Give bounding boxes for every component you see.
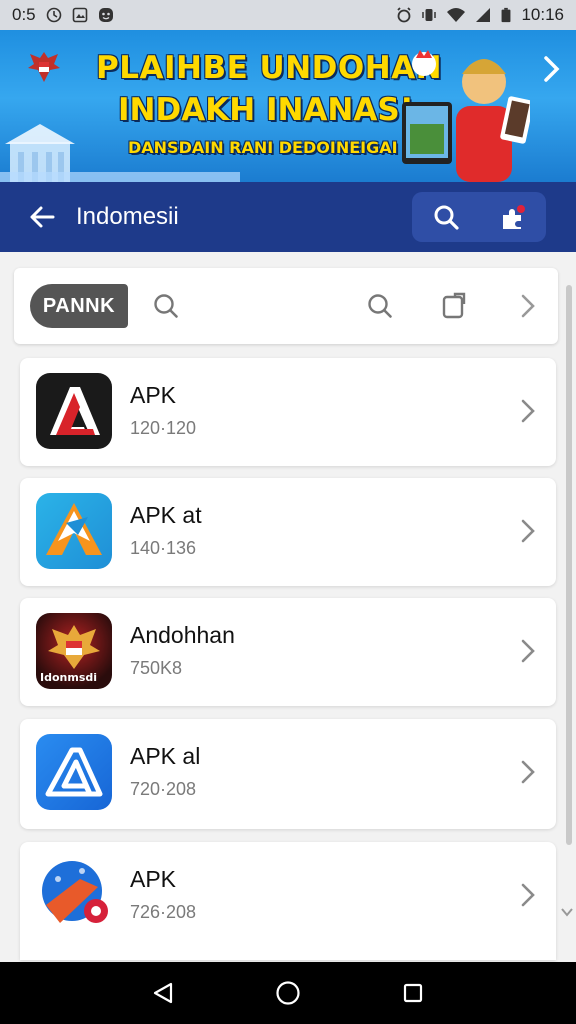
list-item[interactable]: APK 726·208 (20, 842, 556, 960)
puzzle-notification-icon (502, 205, 525, 229)
copy-icon (442, 292, 466, 319)
back-nav-icon (153, 982, 172, 1004)
app-name: APK at (130, 502, 202, 528)
wifi-icon (447, 8, 466, 22)
filter-chip[interactable]: PANNK (30, 284, 128, 328)
mascot-illustration (402, 50, 530, 182)
search-icon (368, 294, 392, 318)
notification-button[interactable] (491, 195, 535, 239)
battery-icon (502, 7, 511, 23)
status-time: 10:16 (521, 5, 564, 24)
scrollbar[interactable] (566, 285, 572, 845)
photo-icon (72, 7, 87, 23)
chevron-right-icon (521, 883, 535, 907)
app-name: APK al (130, 743, 201, 769)
app-meta: 140·136 (130, 538, 197, 558)
nav-home-button[interactable] (264, 969, 312, 1017)
nav-recents-button[interactable] (389, 969, 437, 1017)
app-meta: 720·208 (130, 779, 197, 799)
app-meta: 750K8 (130, 658, 183, 678)
recents-nav-icon (404, 983, 423, 1003)
blue-orange-arrow-logo-icon (36, 493, 112, 569)
banner-headline-1: PLAIHBE UNDOHAN (96, 50, 443, 86)
system-nav-bar (0, 962, 576, 1024)
list-item[interactable]: APK al 720·208 (20, 719, 556, 829)
home-nav-icon (276, 981, 300, 1005)
alarm-icon (397, 7, 412, 23)
garuda-logo-icon: Idonmsdi (36, 613, 112, 689)
signal-icon (476, 8, 491, 22)
banner-headline-2: INDAKH INANAS! (118, 92, 414, 128)
list-item[interactable]: APK at 140·136 (20, 478, 556, 586)
app-bar: Indomesii (0, 182, 576, 252)
app-meta: 726·208 (130, 902, 197, 922)
chevron-right-icon (521, 639, 535, 663)
back-button[interactable] (14, 189, 70, 245)
garuda-logo-text: Idonmsdi (40, 671, 98, 684)
vibrate-icon (422, 9, 437, 21)
filter-search-button[interactable] (150, 290, 182, 322)
promo-banner[interactable]: PLAIHBE UNDOHAN INDAKH INANAS! DANSDAIN … (0, 30, 576, 182)
chevron-right-icon (521, 294, 535, 318)
search-button[interactable] (424, 195, 468, 239)
page-title: Indomesii (76, 203, 179, 230)
app-name: Andohhan (130, 622, 235, 648)
emoji-icon (98, 8, 113, 22)
filter-search-alt-button[interactable] (364, 290, 396, 322)
app-bar-actions (412, 192, 546, 242)
arrow-left-icon (30, 206, 55, 228)
chevron-right-icon (521, 519, 535, 543)
chevron-right-icon (521, 760, 535, 784)
filter-copy-button[interactable] (438, 290, 470, 322)
ball-flag-logo-icon (36, 857, 112, 933)
garuda-emblem-icon (28, 52, 60, 82)
search-icon (154, 294, 178, 318)
search-icon (434, 205, 459, 230)
clock-icon (46, 7, 61, 23)
filter-bar: PANNK (14, 268, 558, 344)
list-item[interactable]: Idonmsdi Andohhan 750K8 (20, 598, 556, 706)
app-meta: 120·120 (130, 418, 197, 438)
filter-next-button[interactable] (512, 290, 544, 322)
status-left-text: 0:5 (12, 5, 36, 24)
chevron-down-icon (561, 908, 573, 917)
chevron-right-icon (521, 399, 535, 423)
blue-a-logo-icon (36, 734, 112, 810)
status-bar: 0:5 10:16 (0, 0, 576, 30)
app-name: APK (130, 866, 177, 892)
banner-subheadline: DANSDAIN RANI DEDOINEIGAI (128, 138, 398, 157)
app-name: APK (130, 382, 177, 408)
nav-back-button[interactable] (139, 969, 187, 1017)
red-a-logo-icon (36, 373, 112, 449)
list-item[interactable]: APK 120·120 (20, 358, 556, 466)
banner-next-icon[interactable] (540, 54, 564, 84)
